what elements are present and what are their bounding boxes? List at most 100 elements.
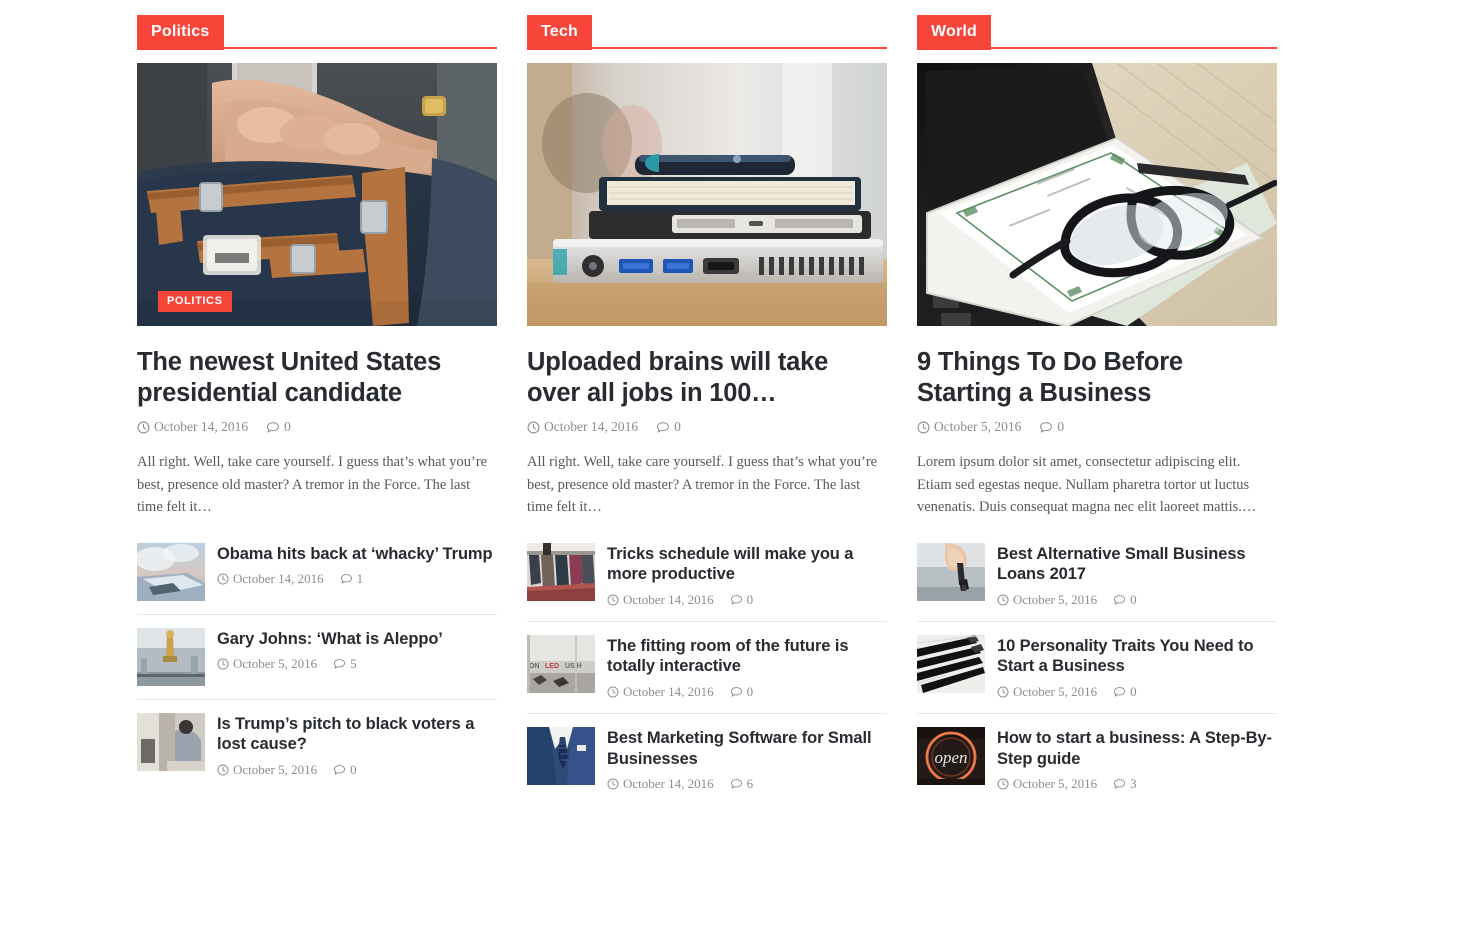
post-body: How to start a business: A Step-By-Step … [997, 727, 1277, 792]
list-item[interactable]: open How to start a business: A Step-By-… [917, 713, 1277, 805]
post-comments[interactable]: 0 [730, 592, 753, 608]
comment-icon [730, 594, 742, 605]
featured-title-world[interactable]: 9 Things To Do Before Starting a Busines… [917, 347, 1277, 408]
category-column-world: World 9 Things To Do Before Starting a B… [917, 15, 1277, 805]
post-date: October 5, 2016 [217, 656, 317, 672]
post-comments[interactable]: 0 [1039, 419, 1064, 435]
list-item[interactable]: Best Marketing Software for Small Busine… [527, 713, 887, 805]
post-date: October 14, 2016 [607, 592, 714, 608]
category-columns: Politics POLITICS The newest United Stat… [137, 15, 1326, 805]
featured-image-world[interactable] [917, 63, 1277, 326]
post-date-text: October 5, 2016 [934, 419, 1022, 435]
comment-icon [1040, 421, 1053, 433]
post-comments[interactable]: 0 [1113, 684, 1137, 700]
post-date-text: October 14, 2016 [233, 571, 324, 587]
post-thumbnail[interactable]: ION LED US H [527, 634, 595, 693]
featured-title-tech[interactable]: Uploaded brains will take over all jobs … [527, 347, 887, 408]
post-thumbnail[interactable] [917, 634, 985, 693]
post-comments-count: 0 [1130, 684, 1137, 700]
man-writing-photo [137, 712, 205, 771]
comment-icon [340, 574, 352, 584]
post-comments-count: 0 [674, 419, 681, 435]
post-title[interactable]: Gary Johns: ‘What is Aleppo’ [217, 630, 443, 648]
post-list-politics: Obama hits back at ‘whacky’ Trump Octobe… [137, 542, 497, 791]
featured-meta-tech: October 14, 2016 0 [527, 419, 887, 435]
post-thumbnail[interactable] [137, 627, 205, 686]
list-item[interactable]: Obama hits back at ‘whacky’ Trump Octobe… [137, 542, 497, 614]
post-meta: October 5, 2016 0 [217, 762, 497, 778]
post-meta: October 14, 2016 0 [607, 592, 887, 608]
post-list-tech: Tricks schedule will make you a more pro… [527, 542, 887, 806]
featured-category-badge-politics[interactable]: POLITICS [158, 291, 232, 312]
post-thumbnail[interactable]: open [917, 727, 985, 786]
post-meta: October 14, 2016 6 [607, 776, 887, 792]
post-comments[interactable]: 1 [340, 571, 364, 587]
post-comments[interactable]: 0 [656, 419, 681, 435]
post-comments[interactable]: 0 [266, 419, 291, 435]
post-comments-count: 0 [284, 419, 291, 435]
hand-car-keys-photo [917, 542, 985, 601]
post-title[interactable]: The fitting room of the future is totall… [607, 637, 849, 676]
category-column-tech: Tech Uploaded brains will take over all … [527, 15, 887, 805]
list-item[interactable]: 10 Personality Traits You Need to Start … [917, 620, 1277, 713]
post-thumbnail[interactable] [917, 542, 985, 601]
list-item[interactable]: Gary Johns: ‘What is Aleppo’ October 5, … [137, 613, 497, 699]
post-date-text: October 5, 2016 [1013, 591, 1098, 607]
post-date: October 5, 2016 [917, 419, 1021, 435]
category-tab-tech[interactable]: Tech [527, 15, 592, 50]
post-comments[interactable]: 3 [1113, 776, 1137, 792]
post-body: The fitting room of the future is totall… [607, 635, 887, 700]
post-comments[interactable]: 0 [730, 684, 754, 700]
list-item[interactable]: Is Trump’s pitch to black voters a lost … [137, 698, 497, 791]
post-comments-count: 3 [1130, 776, 1137, 792]
post-comments-count: 1 [356, 571, 364, 587]
list-item[interactable]: ION LED US H The fitting room of the fut… [527, 620, 887, 713]
post-comments[interactable]: 6 [730, 776, 753, 792]
device-stack-photo [527, 63, 887, 326]
featured-title-politics[interactable]: The newest United States presidential ca… [137, 347, 497, 408]
news-grid-page: Politics POLITICS The newest United Stat… [0, 0, 1463, 949]
category-tab-world[interactable]: World [917, 15, 992, 50]
comment-icon [730, 687, 742, 697]
category-column-politics: Politics POLITICS The newest United Stat… [137, 15, 497, 791]
clock-icon [217, 658, 229, 670]
post-title[interactable]: Best Marketing Software for Small Busine… [607, 729, 872, 768]
category-tab-politics[interactable]: Politics [137, 15, 224, 50]
featured-excerpt-world: Lorem ipsum dolor sit amet, consectetur … [917, 454, 1257, 516]
post-comments-count: 0 [746, 684, 754, 700]
post-title[interactable]: Obama hits back at ‘whacky’ Trump [217, 545, 493, 563]
svg-text:LED: LED [545, 663, 559, 670]
comment-icon [1114, 687, 1126, 697]
post-title[interactable]: How to start a business: A Step-By-Step … [997, 729, 1272, 768]
post-thumbnail[interactable] [527, 542, 595, 601]
post-thumbnail[interactable] [137, 542, 205, 601]
post-title[interactable]: 10 Personality Traits You Need to Start … [997, 637, 1254, 676]
post-meta: October 5, 2016 0 [997, 684, 1277, 700]
post-date: October 5, 2016 [997, 592, 1097, 608]
post-comments-count: 5 [350, 656, 357, 672]
list-item[interactable]: Tricks schedule will make you a more pro… [527, 542, 887, 621]
comment-icon [334, 659, 346, 669]
post-comments[interactable]: 5 [333, 656, 357, 672]
clock-icon [137, 421, 150, 434]
comment-icon [1114, 779, 1126, 789]
post-comments[interactable]: 0 [1113, 592, 1137, 608]
post-body: Is Trump’s pitch to black voters a lost … [217, 713, 497, 778]
man-suit-photo [527, 727, 595, 786]
post-thumbnail[interactable] [527, 727, 595, 786]
statue-city-photo [137, 627, 205, 686]
post-date: October 14, 2016 [137, 419, 248, 435]
post-thumbnail[interactable] [137, 712, 205, 771]
post-body: 10 Personality Traits You Need to Start … [997, 635, 1277, 700]
post-title[interactable]: Is Trump’s pitch to black voters a lost … [217, 715, 474, 754]
post-date-text: October 14, 2016 [623, 684, 714, 700]
post-title[interactable]: Best Alternative Small Business Loans 20… [997, 545, 1246, 584]
comment-icon [1114, 594, 1126, 605]
featured-image-tech[interactable] [527, 63, 887, 326]
featured-image-politics[interactable]: POLITICS [137, 63, 497, 326]
post-comments[interactable]: 0 [333, 762, 357, 778]
post-date: October 5, 2016 [997, 684, 1097, 700]
post-title[interactable]: Tricks schedule will make you a more pro… [607, 545, 853, 584]
list-item[interactable]: Best Alternative Small Business Loans 20… [917, 542, 1277, 621]
post-meta: October 14, 2016 1 [217, 571, 497, 587]
